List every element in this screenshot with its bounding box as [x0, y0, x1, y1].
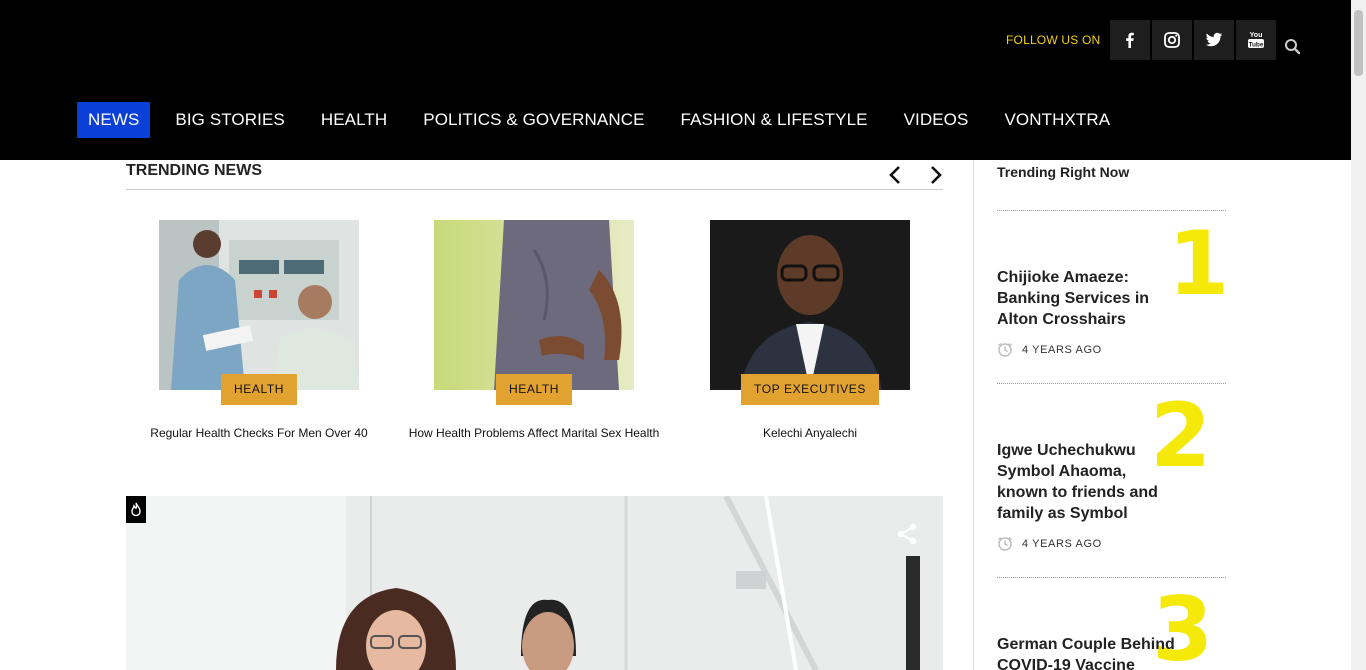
instagram-icon [1164, 32, 1180, 48]
carousel-prev-button[interactable] [885, 164, 905, 186]
scrollbar-track[interactable] [1351, 0, 1366, 670]
rank-number: 1 [1168, 212, 1230, 315]
nav-item-fashion-lifestyle[interactable]: FASHION & LIFESTYLE [670, 102, 879, 138]
facebook-button[interactable] [1110, 20, 1150, 60]
youtube-icon: You Tube [1248, 32, 1264, 48]
hot-badge [126, 496, 146, 523]
category-badge[interactable]: TOP EXECUTIVES [741, 374, 879, 405]
timestamp: 4 YEARS AGO [997, 342, 1102, 358]
article-title[interactable]: How Health Problems Affect Marital Sex H… [394, 426, 674, 440]
nav-item-big-stories[interactable]: BIG STORIES [164, 102, 295, 138]
twitter-button[interactable] [1194, 20, 1234, 60]
nav-item-news[interactable]: NEWS [77, 102, 151, 138]
scrollbar-thumb[interactable] [1354, 10, 1363, 76]
search-icon [1285, 39, 1301, 55]
timestamp: 4 YEARS AGO [997, 536, 1102, 552]
nav-item-videos[interactable]: VIDEOS [893, 102, 980, 138]
article-title[interactable]: Regular Health Checks For Men Over 40 [119, 426, 399, 440]
sidebar-title: Trending Right Now [997, 164, 1130, 180]
divider [126, 189, 943, 190]
page: FOLLOW US ON You Tube NEWS BIG STORIES HE… [0, 0, 1366, 670]
featured-article-image[interactable] [126, 496, 943, 670]
chevron-left-icon [889, 166, 900, 184]
nav-item-vonthxtra[interactable]: VONTHXTRA [993, 102, 1121, 138]
chevron-right-icon [931, 166, 942, 184]
twitter-icon [1205, 32, 1223, 47]
youtube-button[interactable]: You Tube [1236, 20, 1276, 60]
clock-icon [998, 342, 1012, 357]
nav-item-health[interactable]: HEALTH [310, 102, 398, 138]
timestamp-text: 4 YEARS AGO [1022, 344, 1102, 356]
carousel-next-button[interactable] [926, 164, 946, 186]
divider [997, 210, 1226, 211]
share-icon [897, 523, 917, 545]
article-title[interactable]: Kelechi Anyalechi [670, 426, 950, 440]
category-badge[interactable]: HEALTH [220, 374, 298, 405]
sidebar-headline[interactable]: German Couple Behind COVID-19 Vaccine [997, 634, 1177, 670]
timestamp-text: 4 YEARS AGO [1022, 538, 1102, 550]
follow-us-label: FOLLOW US ON [1006, 33, 1101, 47]
search-button[interactable] [1283, 37, 1303, 57]
site-header: FOLLOW US ON You Tube NEWS BIG STORIES HE… [0, 0, 1351, 160]
article-thumbnail[interactable] [434, 220, 634, 390]
trending-news-title: TRENDING NEWS [126, 162, 262, 179]
sidebar-headline[interactable]: Igwe Uchechukwu Symbol Ahaoma, known to … [997, 440, 1177, 524]
sidebar-divider [973, 160, 974, 670]
category-badge[interactable]: HEALTH [495, 374, 573, 405]
nav-item-politics-governance[interactable]: POLITICS & GOVERNANCE [412, 102, 655, 138]
article-thumbnail[interactable] [159, 220, 359, 390]
fire-icon [131, 502, 141, 516]
article-thumbnail[interactable] [710, 220, 910, 390]
sidebar-headline[interactable]: Chijioke Amaeze: Banking Services in Alt… [997, 267, 1177, 330]
main-nav: NEWS BIG STORIES HEALTH POLITICS & GOVER… [77, 102, 1135, 138]
share-button[interactable] [895, 522, 919, 546]
svg-text:You: You [1250, 32, 1263, 39]
instagram-button[interactable] [1152, 20, 1192, 60]
clock-icon [998, 536, 1012, 551]
svg-text:Tube: Tube [1248, 41, 1263, 48]
facebook-icon [1126, 32, 1134, 48]
